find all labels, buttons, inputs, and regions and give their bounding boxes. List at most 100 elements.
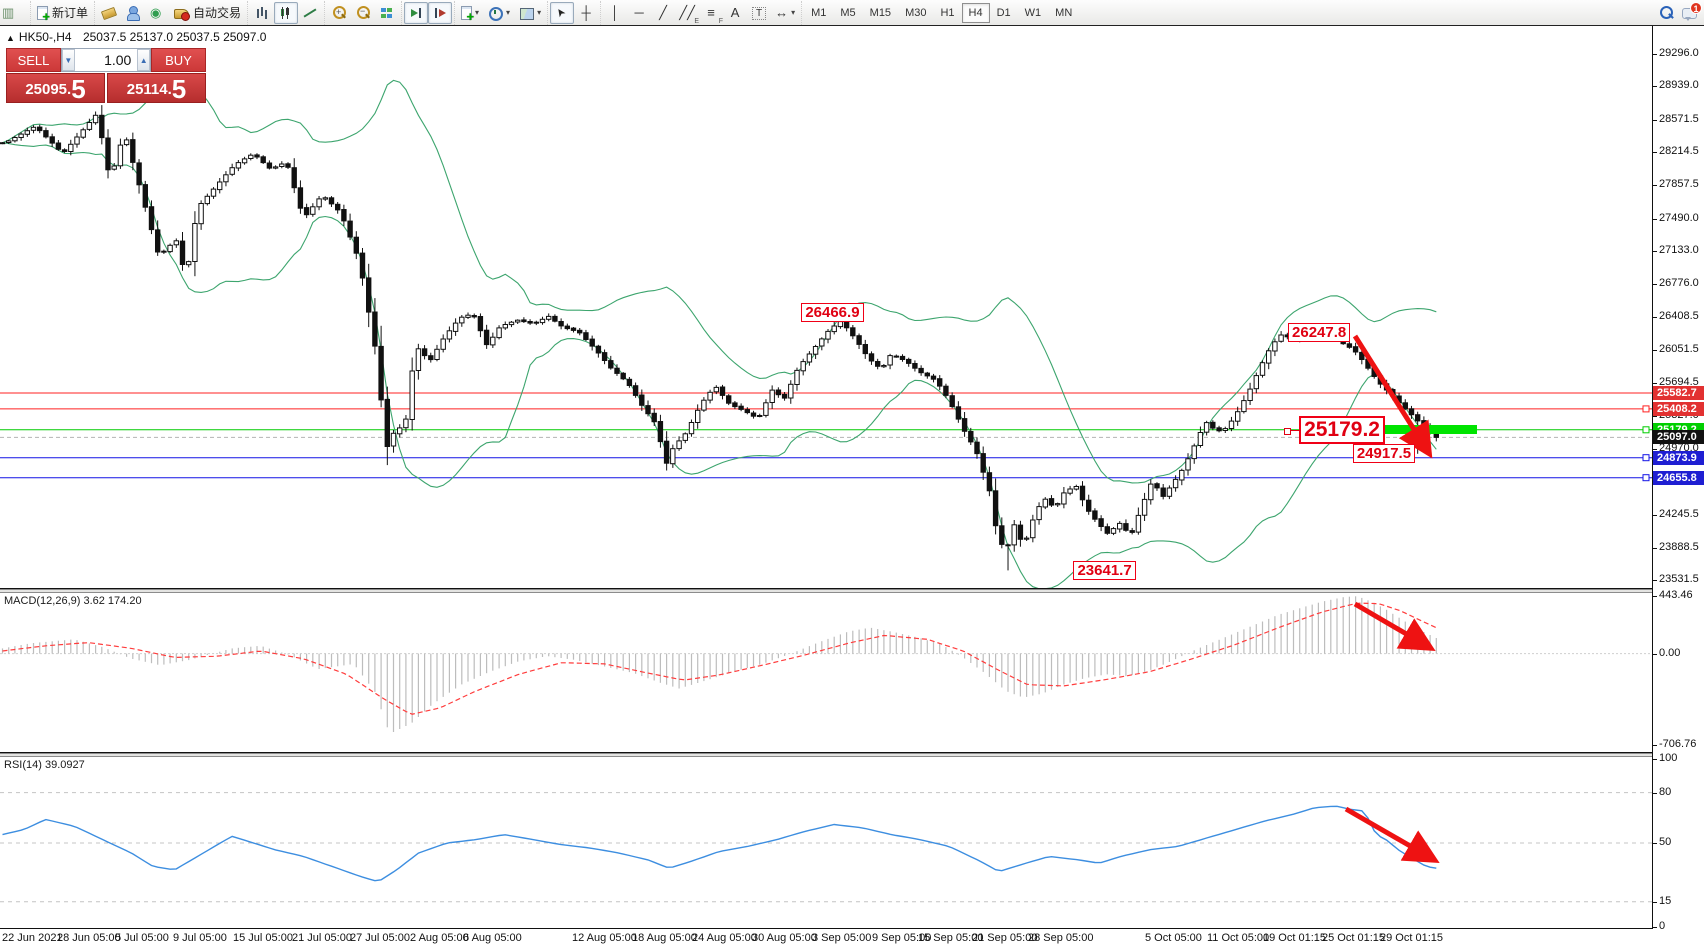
price-axis-label: 80 [1659, 786, 1671, 798]
indicators-button[interactable]: ▾ [457, 2, 483, 24]
time-axis-label: 28 Jun 05:00 [57, 932, 121, 944]
price-axis-label: 26408.5 [1659, 310, 1699, 322]
text-label-icon: T [752, 7, 766, 20]
text-button[interactable]: A [723, 2, 747, 24]
tile-windows-button[interactable] [375, 2, 399, 24]
arrows-button[interactable]: ↔▾ [771, 2, 799, 24]
chart-candles-button[interactable] [274, 2, 298, 24]
volume-decrease-button[interactable]: ▼ [62, 49, 75, 71]
price-axis-label: -706.76 [1659, 738, 1696, 750]
time-axis-label: 30 Aug 05:00 [752, 932, 817, 944]
chart-bars-button[interactable] [250, 2, 274, 24]
timeframe-button-m15[interactable]: M15 [863, 3, 898, 23]
buy-price[interactable]: 25114.5 [107, 73, 206, 103]
price-annotation[interactable]: 26466.9 [801, 303, 863, 322]
crosshair-button[interactable]: ┼ [574, 2, 598, 24]
zoom-out-button[interactable]: − [351, 2, 375, 24]
price-annotation[interactable]: 23641.7 [1073, 561, 1135, 580]
toolbar-group [401, 1, 454, 25]
signals-button[interactable] [145, 2, 169, 24]
timeframe-button-w1[interactable]: W1 [1018, 3, 1049, 23]
green-highlight-bar[interactable] [1385, 425, 1477, 434]
price-axis-label: 27857.5 [1659, 178, 1699, 190]
price-badge: 24655.8 [1653, 471, 1704, 485]
price-annotation[interactable]: 26247.8 [1288, 323, 1350, 342]
price-axis-label: 26051.5 [1659, 343, 1699, 355]
notification-badge: 1 [1690, 2, 1702, 14]
trend-arrow[interactable] [1346, 809, 1431, 858]
arrows-icon: ↔ [775, 5, 788, 20]
buy-button[interactable]: BUY [151, 48, 206, 72]
price-axis[interactable]: 29296.028939.028571.528214.527857.527490… [1652, 26, 1704, 929]
horizontal-line-button[interactable]: ─ [627, 2, 651, 24]
axis-tick [1653, 120, 1657, 121]
volume-increase-button[interactable]: ▲ [137, 49, 150, 71]
axis-tick [1653, 515, 1657, 516]
profile-button[interactable] [121, 2, 145, 24]
cursor-button[interactable] [550, 2, 574, 24]
time-axis-label: 2 Aug 05:00 [410, 932, 469, 944]
dropdown-caret-icon: ▾ [506, 8, 510, 17]
timeframe-button-m1[interactable]: M1 [804, 3, 833, 23]
cursor-icon [554, 5, 570, 21]
chart-window: MACD(12,26,9) 3.62 174.20 RSI(14) 39.092… [0, 26, 1704, 947]
timeframe-button-mn[interactable]: MN [1048, 3, 1079, 23]
timeframe-button-h1[interactable]: H1 [933, 3, 961, 23]
time-axis-label: 18 Aug 05:00 [632, 932, 697, 944]
notifications-button[interactable]: 1 [1678, 2, 1702, 24]
autotrading-button[interactable]: 自动交易 [169, 2, 245, 24]
sell-price[interactable]: 25095.5 [6, 73, 105, 103]
periods-button[interactable]: ▾ [483, 2, 514, 24]
chart-bars-icon [254, 5, 270, 21]
new-order-button[interactable]: 新订单 [33, 2, 92, 24]
quote-panel: ▲HK50-,H4 25037.5 25137.0 25037.5 25097.… [6, 30, 266, 103]
fibonacci-button[interactable]: ≡F [699, 2, 723, 24]
time-axis-label: 25 Oct 01:15 [1322, 932, 1385, 944]
sell-button[interactable]: SELL [6, 48, 61, 72]
vertical-line-button[interactable]: │ [603, 2, 627, 24]
price-axis-label: 23531.5 [1659, 573, 1699, 585]
rsi-pane[interactable] [0, 757, 1652, 929]
trend-arrow[interactable] [1355, 604, 1427, 646]
time-axis-label: 6 Aug 05:00 [463, 932, 522, 944]
zoom-in-button[interactable]: + [327, 2, 351, 24]
timeframe-button-h4[interactable]: H4 [962, 3, 990, 23]
new-chart-button[interactable] [4, 2, 28, 24]
toolbar: 新订单 自动交易 +− ▾ ▾ ▾ ┼ │─ ╱ ╱╱E≡FAT ↔▾M1M5M15M30H1H4D… [0, 0, 1704, 26]
collapse-panel-icon[interactable]: ▲ [6, 33, 15, 43]
price-badge: 25097.0 [1653, 430, 1704, 444]
macd-label: MACD(12,26,9) 3.62 174.20 [4, 595, 142, 607]
timeframe-button-m30[interactable]: M30 [898, 3, 933, 23]
signals-icon [149, 5, 165, 21]
crosshair-icon: ┼ [581, 5, 590, 20]
axis-tick [1653, 580, 1657, 581]
auto-scroll-button[interactable] [404, 2, 428, 24]
toolbar-group: │─ ╱ ╱╱E≡FAT ↔▾ [600, 1, 801, 25]
chart-line-button[interactable] [298, 2, 322, 24]
timeframe-button-d1[interactable]: D1 [990, 3, 1018, 23]
chart-shift-button[interactable] [428, 2, 452, 24]
auto-scroll-icon [408, 5, 424, 21]
axis-tick [1653, 251, 1657, 252]
axis-tick [1653, 54, 1657, 55]
macd-histogram [3, 596, 1437, 732]
time-axis-label: 15 Jul 05:00 [233, 932, 293, 944]
eraser-button[interactable] [97, 2, 121, 24]
price-axis-label: 28939.0 [1659, 79, 1699, 91]
search-button[interactable] [1654, 2, 1678, 24]
price-annotation[interactable]: 25179.2 [1299, 416, 1385, 444]
trendline-button[interactable]: ╱ [651, 2, 675, 24]
zoom-out-icon: − [355, 5, 371, 21]
timeframe-button-m5[interactable]: M5 [833, 3, 862, 23]
trendline-icon: ╱ [659, 5, 667, 21]
volume-input[interactable] [75, 49, 138, 71]
timeframe-group: M1M5M15M30H1H4D1W1MN [801, 1, 1081, 25]
chart-line-icon [302, 5, 318, 21]
price-axis-label: 28214.5 [1659, 145, 1699, 157]
price-axis-label: 27490.0 [1659, 212, 1699, 224]
text-label-button[interactable]: T [747, 2, 771, 24]
macd-pane[interactable] [0, 593, 1652, 753]
templates-button[interactable]: ▾ [514, 2, 545, 24]
channel-button[interactable]: ╱╱E [675, 2, 699, 24]
price-annotation[interactable]: 24917.5 [1353, 444, 1415, 463]
